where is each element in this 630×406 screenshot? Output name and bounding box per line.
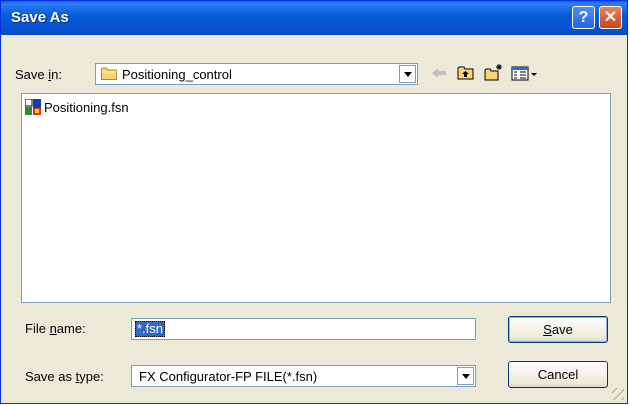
save-button-label: ave <box>551 322 573 337</box>
cancel-button[interactable]: Cancel <box>508 361 608 388</box>
save-in-combo[interactable]: Positioning_control <box>95 63 418 85</box>
file-list[interactable]: Positioning.fsn <box>21 93 611 303</box>
save-as-type-dropdown-button[interactable] <box>457 367 474 385</box>
save-as-type-label: Save as type: <box>25 369 104 384</box>
close-button[interactable]: ✕ <box>599 6 622 29</box>
help-button[interactable]: ? <box>572 6 595 29</box>
save-button-hotkey: S <box>543 322 552 337</box>
new-folder-icon <box>484 64 502 81</box>
folder-icon <box>101 67 117 80</box>
file-name-input[interactable]: *.fsn <box>131 318 476 340</box>
view-menu-button[interactable] <box>510 63 540 83</box>
file-name-label-suffix: ame: <box>56 321 86 336</box>
fsn-file-icon <box>25 99 41 115</box>
save-as-type-value: FX Configurator-FP FILE(*.fsn) <box>139 369 318 384</box>
cancel-button-label: Cancel <box>537 367 579 382</box>
save-type-label-prefix: Save as <box>25 369 76 384</box>
save-button[interactable]: Save <box>508 316 608 343</box>
title-bar[interactable]: Save As ? ✕ <box>1 1 627 35</box>
file-name-label-prefix: File <box>25 321 50 336</box>
file-name-label: File name: <box>25 321 86 336</box>
file-name-label: Positioning.fsn <box>44 100 129 115</box>
file-name-label-hotkey: n <box>49 321 57 336</box>
back-button[interactable] <box>429 63 451 83</box>
save-in-label-suffix: n: <box>51 67 62 82</box>
resize-grip[interactable] <box>612 388 624 400</box>
save-in-label-prefix: Save <box>15 67 49 82</box>
file-name-value: *.fsn <box>135 321 166 337</box>
save-in-value: Positioning_control <box>122 67 232 82</box>
view-menu-icon <box>511 66 537 81</box>
new-folder-button[interactable] <box>483 63 505 83</box>
back-arrow-icon <box>432 68 446 78</box>
save-as-type-combo[interactable]: FX Configurator-FP FILE(*.fsn) <box>131 365 476 387</box>
save-in-dropdown-button[interactable] <box>399 65 416 83</box>
save-type-label-suffix: ype: <box>79 369 104 384</box>
up-one-level-button[interactable] <box>456 63 478 83</box>
save-as-dialog: Save As ? ✕ Save in: Positioning_control <box>0 0 628 404</box>
up-folder-icon <box>457 66 474 80</box>
close-icon: ✕ <box>603 9 618 26</box>
dialog-title: Save As <box>11 9 69 26</box>
save-in-label: Save in: <box>15 67 62 82</box>
help-icon: ? <box>578 9 589 26</box>
